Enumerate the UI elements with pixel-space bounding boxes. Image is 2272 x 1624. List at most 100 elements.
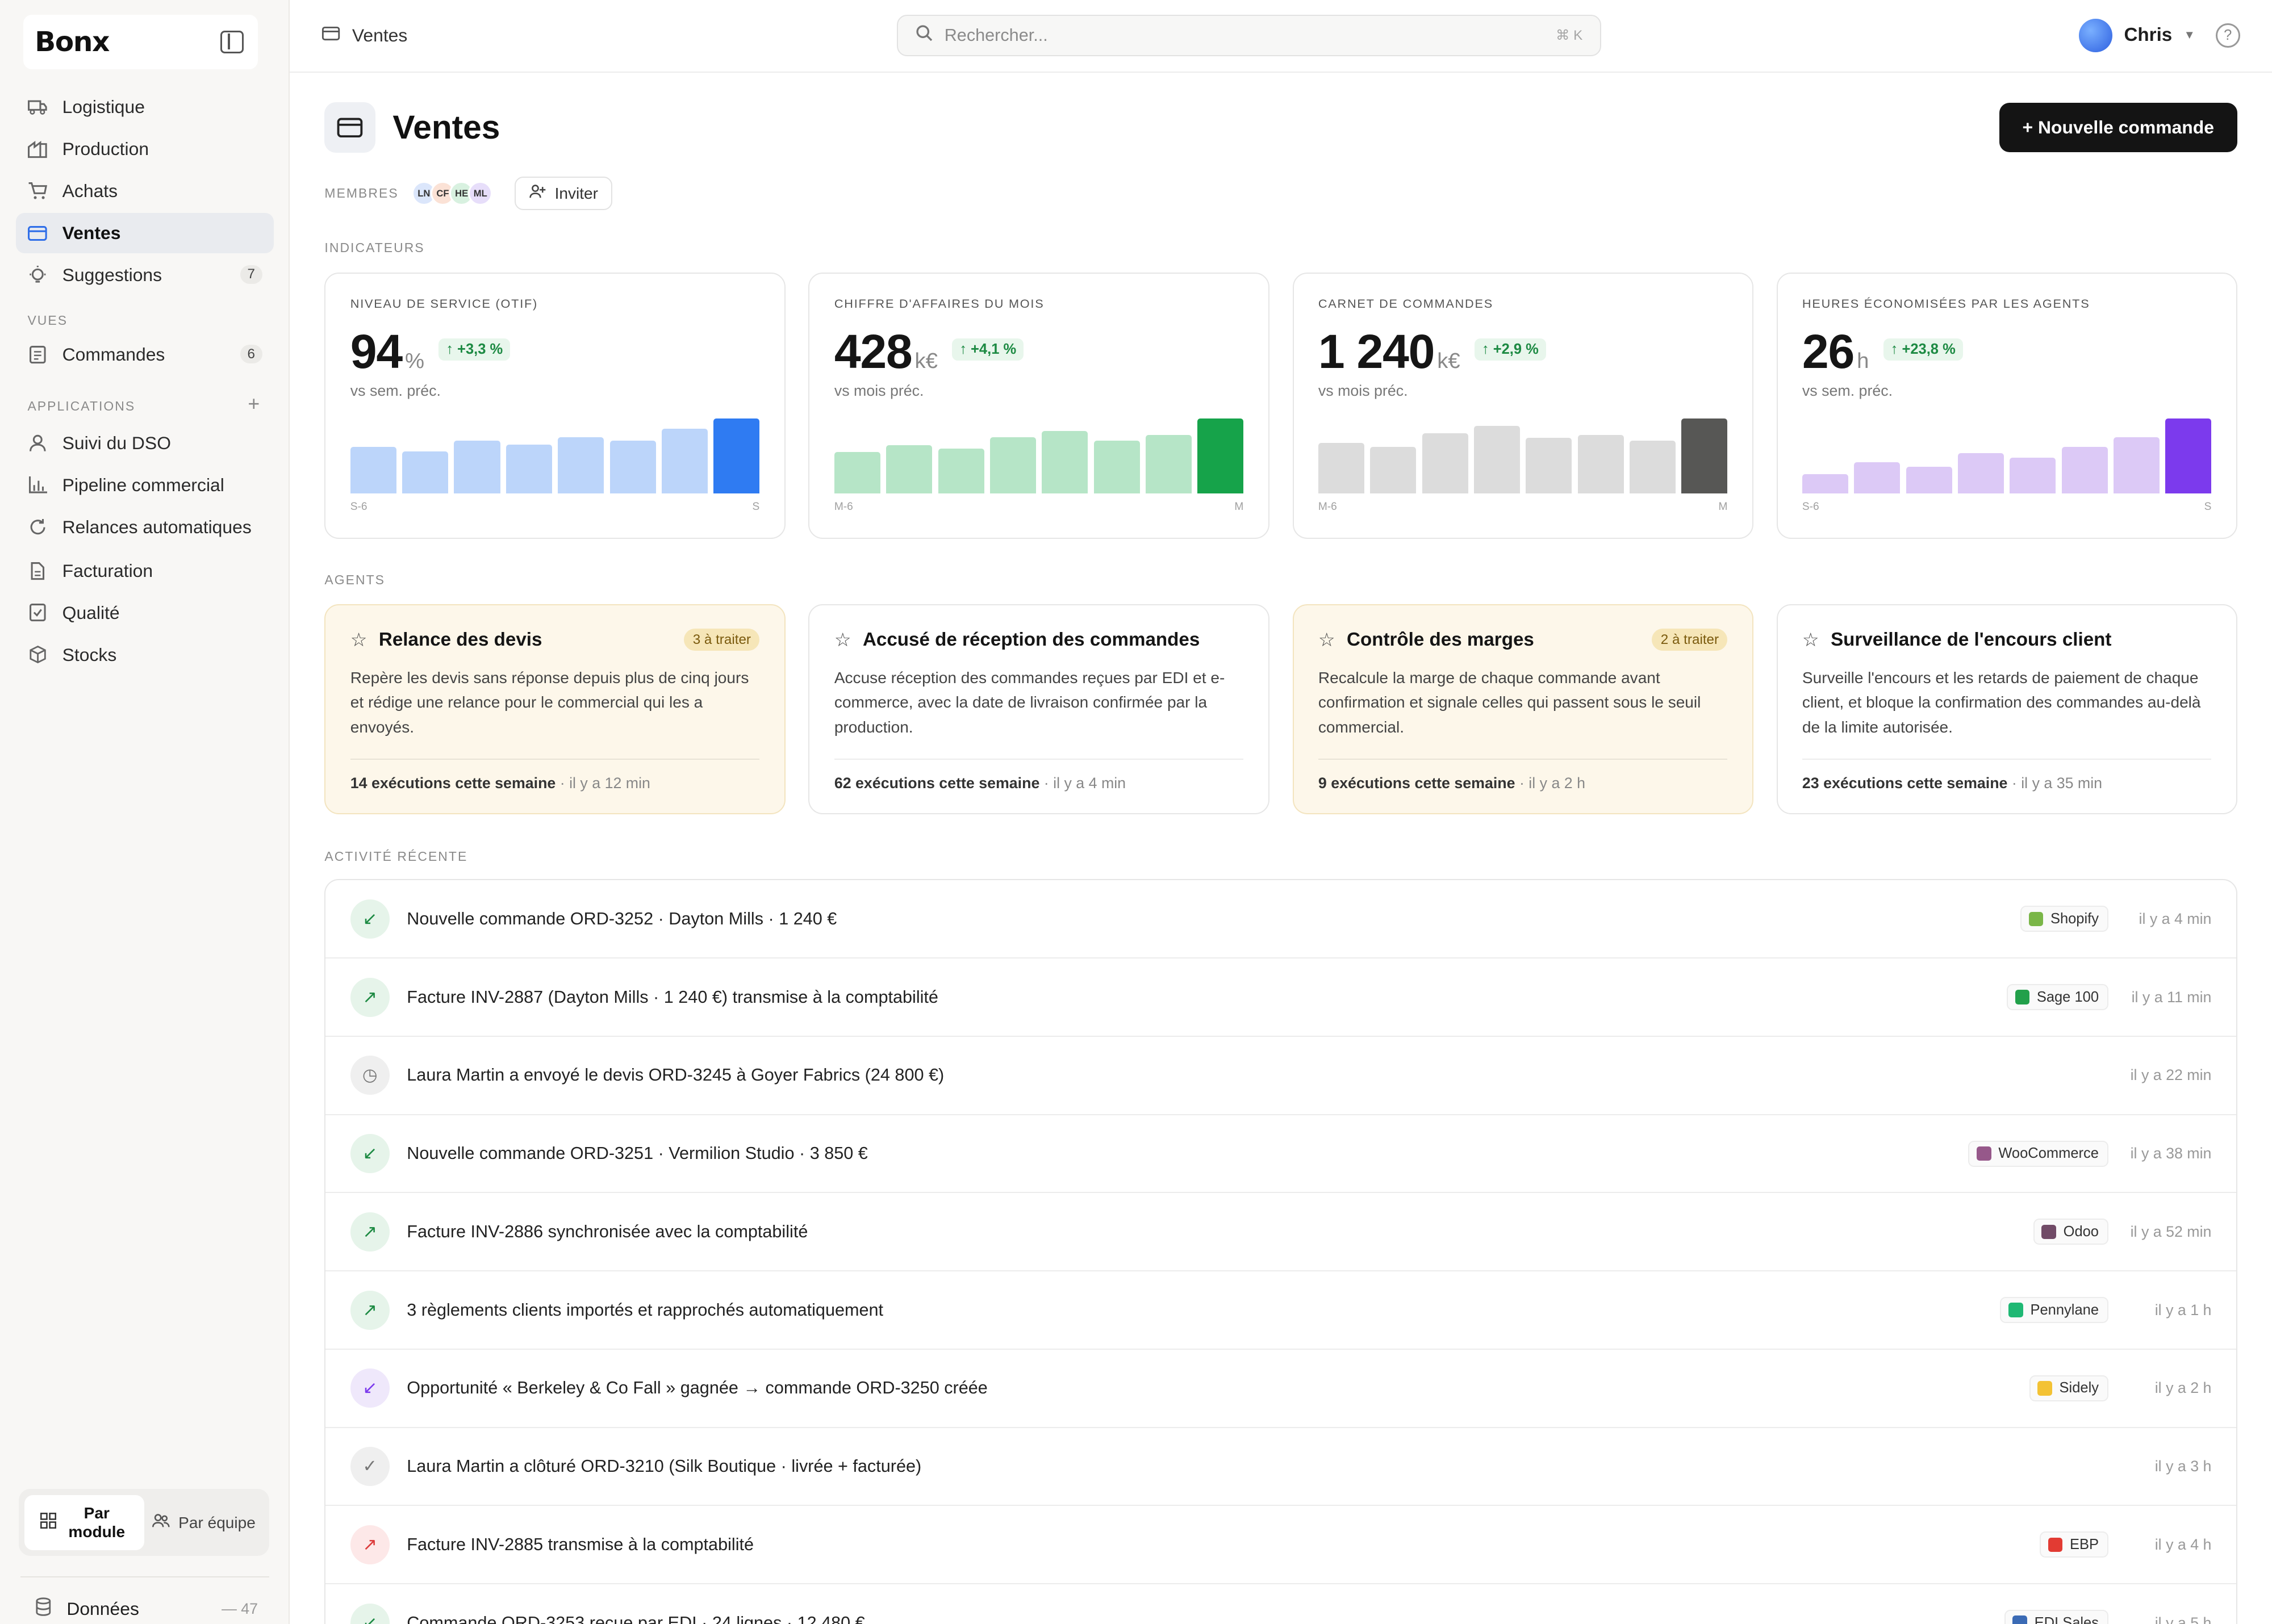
activity-time: il y a 1 h: [2154, 1301, 2212, 1319]
activity-row[interactable]: ↙ Nouvelle commande ORD-3251 · Vermilion …: [325, 1115, 2236, 1194]
kpi-card[interactable]: HEURES ÉCONOMISÉES PAR LES AGENTS 26 h ↑ +…: [1776, 272, 2237, 539]
arrow-out-icon: ↗: [350, 977, 390, 1017]
spark-bar: [609, 441, 656, 494]
kpi-axis: S-6 S: [1802, 501, 2212, 513]
star-icon[interactable]: ☆: [350, 629, 367, 651]
spark-bar: [1802, 474, 1849, 494]
avatar: [2079, 19, 2113, 52]
axis-end-label: M: [1718, 501, 1728, 513]
activity-row[interactable]: ✓ Laura Martin a clôturé ORD-3210 (Silk B…: [325, 1428, 2236, 1506]
new-order-button[interactable]: + Nouvelle commande: [1999, 103, 2237, 152]
truck-icon: [27, 97, 48, 118]
star-icon[interactable]: ☆: [834, 629, 851, 651]
agent-card[interactable]: ☆ Relance des devis 3 à traiter Repère les …: [324, 604, 786, 814]
card-icon: [321, 25, 340, 46]
agent-last-run: · il y a 4 min: [1043, 774, 1126, 792]
sidebar-item-ventes[interactable]: Ventes: [16, 212, 274, 254]
views-section-label: VUES: [27, 313, 68, 328]
source-logo-icon: [1977, 1146, 1991, 1161]
activity-list: ↙ Nouvelle commande ORD-3252 · Dayton Mil…: [324, 879, 2237, 1624]
search-input[interactable]: Rechercher... ⌘ K: [897, 14, 1601, 57]
agent-footer: 62 exécutions cette semaine · il y a 4 m…: [834, 759, 1244, 792]
source-badge: EBP: [2039, 1531, 2109, 1558]
sidebar-item-stocks[interactable]: Stocks: [16, 634, 274, 675]
kpi-value: 94: [350, 325, 403, 379]
kpi-title: CARNET DE COMMANDES: [1318, 296, 1493, 311]
activity-row[interactable]: ↗ Facture INV-2886 synchronisée avec la c…: [325, 1193, 2236, 1272]
sidebar-item-suggestions[interactable]: Suggestions 7: [16, 255, 274, 295]
kpi-card[interactable]: NIVEAU DE SERVICE (OTIF) 94% ↑ +3,3 % vs …: [324, 272, 786, 539]
agent-description: Accuse réception des commandes reçues pa…: [834, 669, 1225, 736]
activity-row[interactable]: ↙ Nouvelle commande ORD-3252 · Dayton Mil…: [325, 880, 2236, 959]
sidebar-item-achats[interactable]: Achats: [16, 171, 274, 211]
source-label: Pennylane: [2030, 1301, 2099, 1318]
user-name: Chris: [2124, 24, 2173, 46]
sidebar-item-qualite[interactable]: Qualité: [16, 592, 274, 633]
member-avatar[interactable]: ML: [468, 181, 493, 206]
agent-runs: 9 exécutions cette semaine: [1318, 774, 1515, 792]
main-nav: Logistique Production Achats Ventes Sugg…: [16, 87, 274, 297]
axis-start-label: S-6: [350, 501, 367, 513]
activity-row[interactable]: ↗ Facture INV-2887 (Dayton Mills · 1 240 …: [325, 959, 2236, 1037]
agent-last-run: · il y a 35 min: [2011, 774, 2103, 792]
agent-runs: 23 exécutions cette semaine: [1802, 774, 2008, 792]
sidebar-item-pipeline[interactable]: Pipeline commercial: [16, 465, 274, 505]
star-icon[interactable]: ☆: [1318, 629, 1335, 651]
activity-row[interactable]: ↙ Commande ORD-3253 reçue par EDI · 24 li…: [325, 1584, 2236, 1624]
kpi-sparkbars: [1318, 418, 1728, 494]
star-icon[interactable]: ☆: [1802, 629, 1819, 651]
spark-bar: [2113, 437, 2160, 494]
user-icon: [27, 433, 48, 454]
sidebar-item-logistique[interactable]: Logistique: [16, 87, 274, 127]
spark-bar: [1681, 418, 1728, 494]
spark-bar: [1422, 433, 1468, 494]
sidebar-item-donnees[interactable]: Données — 47: [20, 1576, 270, 1621]
source-logo-icon: [2037, 1381, 2052, 1396]
activity-row[interactable]: ↙ Opportunité « Berkeley & Co Fall » gagn…: [325, 1350, 2236, 1428]
invite-button[interactable]: Inviter: [514, 177, 612, 210]
activity-row[interactable]: ↗ 3 règlements clients importés et rappro…: [325, 1271, 2236, 1350]
search-shortcut: ⌘ K: [1556, 27, 1583, 43]
agent-card[interactable]: ☆ Accusé de réception des commandes Accuse…: [808, 604, 1269, 814]
sidebar-item-facturation[interactable]: Facturation: [16, 550, 274, 591]
spark-bar: [2165, 418, 2212, 494]
agent-title: Relance des devis: [378, 629, 542, 650]
sidebar-item-production[interactable]: Production: [16, 129, 274, 169]
agent-pending-badge: 2 à traiter: [1652, 629, 1728, 651]
agent-card[interactable]: ☆ Surveillance de l'encours client Surveil…: [1776, 604, 2237, 814]
suggestions-count-badge: 7: [240, 265, 262, 284]
arrow-in-icon: ↙: [350, 1603, 390, 1624]
sidebar-item-label: Suivi du DSO: [62, 433, 171, 454]
source-badge: Shopify: [2020, 906, 2109, 932]
kpi-card[interactable]: CARNET DE COMMANDES 1 240 k€ ↑ +2,9 % vs m…: [1292, 272, 1753, 539]
toggle-by-team[interactable]: Par équipe: [144, 1495, 264, 1550]
agent-description: Surveille l'encours et les retards de pa…: [1802, 669, 2201, 736]
sidebar-item-relances[interactable]: Relances automatiques: [16, 507, 274, 547]
sidebar-item-dso[interactable]: Suivi du DSO: [16, 423, 274, 463]
toggle-by-module[interactable]: Par module: [24, 1495, 144, 1550]
spark-bar: [713, 418, 760, 494]
agent-footer: 9 exécutions cette semaine · il y a 2 h: [1318, 759, 1728, 792]
activity-text: Nouvelle commande ORD-3252 · Dayton Mill…: [407, 909, 837, 928]
clock-icon: ◷: [350, 1056, 390, 1095]
user-menu[interactable]: Chris ▼ ?: [2079, 19, 2240, 52]
activity-row[interactable]: ◷ Laura Martin a envoyé le devis ORD-3245…: [325, 1037, 2236, 1115]
sidebar-item-commandes[interactable]: Commandes 6: [16, 334, 274, 375]
check-doc-icon: [27, 602, 48, 623]
arrow-in-icon: ↙: [350, 899, 390, 939]
list-icon: [27, 345, 48, 365]
spark-bar: [1629, 441, 1676, 494]
kpi-card[interactable]: CHIFFRE D'AFFAIRES DU MOIS 428 k€ ↑ +4,1 %…: [808, 272, 1269, 539]
help-icon[interactable]: ?: [2215, 23, 2240, 48]
add-app-icon[interactable]: +: [248, 392, 260, 416]
kpi-title: CHIFFRE D'AFFAIRES DU MOIS: [834, 296, 1045, 311]
agent-card[interactable]: ☆ Contrôle des marges 2 à traiter Recalcule…: [1292, 604, 1753, 814]
source-label: WooCommerce: [1998, 1145, 2099, 1162]
spark-bar: [834, 452, 880, 494]
axis-end-label: S: [2204, 501, 2212, 513]
kpi-comparison: vs sem. préc.: [1802, 382, 1893, 400]
activity-row[interactable]: ↗ Facture INV-2885 transmise à la comptab…: [325, 1506, 2236, 1585]
toggle-by-team-label: Par équipe: [178, 1513, 256, 1531]
sidebar-collapse-icon[interactable]: [220, 30, 244, 54]
kpi-axis: M-6 M: [1318, 501, 1728, 513]
